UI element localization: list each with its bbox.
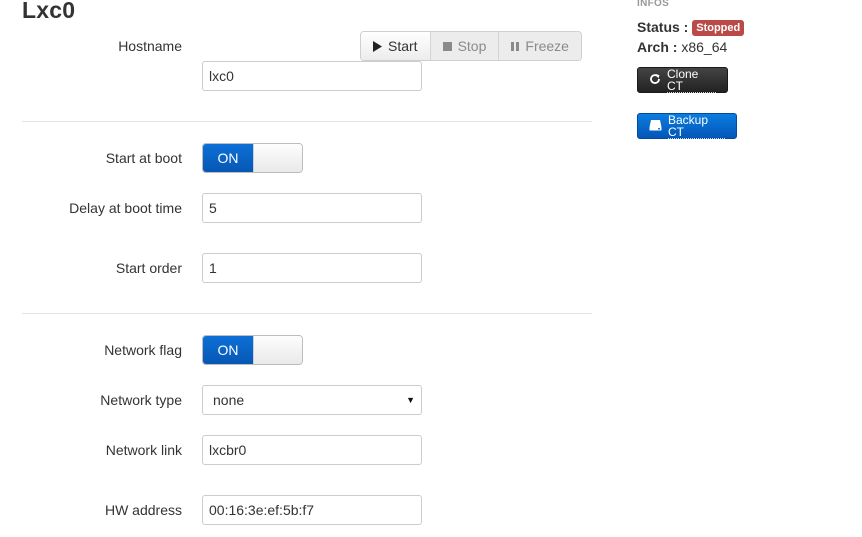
hw-address-label: HW address <box>104 502 182 518</box>
stop-icon <box>442 41 452 51</box>
network-flag-label: Network flag <box>104 342 182 358</box>
arch-value: x86_64 <box>681 39 728 55</box>
network-flag-toggle[interactable]: ON <box>202 335 303 365</box>
start-button[interactable]: Start <box>361 32 431 60</box>
start-at-boot-toggle[interactable]: ON <box>202 143 303 173</box>
network-link-input[interactable]: lxcbr0 <box>202 435 422 465</box>
network-type-label: Network type <box>100 392 182 408</box>
stop-button-label: Stop <box>457 38 487 54</box>
status-label: Status : <box>637 19 689 35</box>
status-badge: Stopped <box>692 20 745 36</box>
toggle-knob <box>253 336 302 364</box>
network-type-select[interactable]: none ▼ <box>202 385 422 415</box>
play-icon <box>373 40 382 52</box>
start-order-label: Start order <box>115 260 182 276</box>
pause-icon <box>511 41 520 51</box>
toggle-on-label: ON <box>203 336 253 364</box>
refresh-icon <box>649 73 661 88</box>
hostname-label: Hostname <box>118 38 182 54</box>
freeze-button[interactable]: Freeze <box>499 32 581 60</box>
arch-label: Arch : <box>637 39 678 55</box>
toggle-knob <box>253 144 302 172</box>
network-link-label: Network link <box>105 442 182 458</box>
section-divider <box>22 313 592 314</box>
freeze-button-label: Freeze <box>525 38 569 54</box>
clone-ct-label: Clone CT <box>667 68 716 93</box>
start-order-input[interactable]: 1 <box>202 253 422 283</box>
toggle-on-label: ON <box>203 144 253 172</box>
hw-address-input[interactable]: 00:16:3e:ef:5b:f7 <box>202 495 422 525</box>
caret-down-icon: ▼ <box>406 395 415 405</box>
start-at-boot-label: Start at boot <box>105 150 182 166</box>
infos-heading: INFOS <box>637 0 670 9</box>
clone-ct-button[interactable]: Clone CT <box>637 67 728 93</box>
container-actions-group: Start Stop Freeze <box>360 31 582 61</box>
status-line: Status : Stopped <box>637 19 745 36</box>
delay-at-boot-input[interactable]: 5 <box>202 193 422 223</box>
hard-drive-icon <box>649 119 662 134</box>
network-type-selected: none <box>213 392 245 408</box>
arch-line: Arch : x86_64 <box>637 39 727 55</box>
backup-ct-label: Backup CT <box>668 114 725 139</box>
backup-ct-button[interactable]: Backup CT <box>637 113 737 139</box>
section-divider <box>22 121 592 122</box>
page-title: Lxc0 <box>22 0 76 23</box>
stop-button[interactable]: Stop <box>430 32 500 60</box>
hostname-input[interactable]: lxc0 <box>202 61 422 91</box>
delay-at-boot-label: Delay at boot time <box>69 200 182 216</box>
start-button-label: Start <box>388 38 418 54</box>
